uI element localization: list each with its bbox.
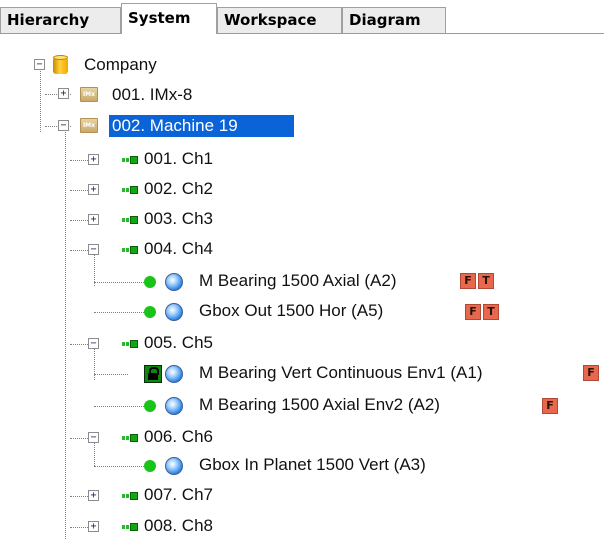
status-ok-icon — [144, 306, 156, 318]
sensor-icon — [165, 273, 183, 291]
measurement-point[interactable]: Gbox In Planet 1500 Vert (A3) — [199, 454, 426, 476]
channel-icon — [122, 246, 138, 254]
collapse-toggle[interactable]: − — [88, 338, 99, 349]
device-folder-icon: IMx — [80, 118, 98, 133]
channel-icon — [122, 434, 138, 442]
measurement-point[interactable]: Gbox Out 1500 Hor (A5) — [199, 300, 383, 322]
t-badge-icon: T — [483, 304, 499, 320]
measurement-point[interactable]: M Bearing Vert Continuous Env1 (A1) — [199, 362, 482, 384]
channel-icon — [122, 340, 138, 348]
tree-node-ch2[interactable]: 002. Ch2 — [144, 178, 213, 200]
tree-node-machine19[interactable]: 002. Machine 19 — [109, 115, 294, 137]
expand-toggle[interactable]: + — [88, 490, 99, 501]
tree-line — [94, 312, 144, 313]
device-folder-icon: IMx — [80, 87, 98, 102]
tab-system[interactable]: System — [121, 3, 217, 34]
f-badge-icon: F — [542, 398, 558, 414]
tree-node-ch8[interactable]: 008. Ch8 — [144, 515, 213, 537]
collapse-toggle[interactable]: − — [88, 244, 99, 255]
tree-line — [94, 282, 144, 283]
tree-node-imx8[interactable]: 001. IMx-8 — [112, 84, 192, 106]
tree-node-company[interactable]: Company — [84, 54, 157, 76]
expand-toggle[interactable]: + — [88, 214, 99, 225]
f-badge-icon: F — [460, 273, 476, 289]
tab-diagram[interactable]: Diagram — [342, 7, 446, 33]
t-badge-icon: T — [478, 273, 494, 289]
sensor-icon — [165, 457, 183, 475]
tree-line — [94, 406, 144, 407]
collapse-toggle[interactable]: − — [58, 120, 69, 131]
tree-line — [94, 440, 95, 466]
measurement-point[interactable]: M Bearing 1500 Axial Env2 (A2) — [199, 394, 440, 416]
sensor-icon — [165, 365, 183, 383]
tree-node-ch4[interactable]: 004. Ch4 — [144, 238, 213, 260]
collapse-toggle[interactable]: − — [88, 432, 99, 443]
collapse-toggle[interactable]: − — [34, 59, 45, 70]
sensor-icon — [165, 397, 183, 415]
status-ok-icon — [144, 276, 156, 288]
channel-icon — [122, 156, 138, 164]
expand-toggle[interactable]: + — [58, 88, 69, 99]
tree-node-ch3[interactable]: 003. Ch3 — [144, 208, 213, 230]
system-tree[interactable]: − Company + IMx 001. IMx-8 − IMx 002. Ma… — [0, 34, 604, 539]
f-badge-icon: F — [583, 365, 599, 381]
database-icon — [53, 55, 68, 75]
f-badge-icon: F — [465, 304, 481, 320]
channel-icon — [122, 523, 138, 531]
measurement-point[interactable]: M Bearing 1500 Axial (A2) — [199, 270, 397, 292]
lock-icon — [144, 365, 162, 383]
expand-toggle[interactable]: + — [88, 154, 99, 165]
tree-node-ch5[interactable]: 005. Ch5 — [144, 332, 213, 354]
status-ok-icon — [144, 400, 156, 412]
channel-icon — [122, 186, 138, 194]
tab-bar: Hierarchy System Workspace Diagram — [0, 0, 604, 34]
tab-hierarchy[interactable]: Hierarchy — [0, 7, 121, 33]
tree-line — [94, 374, 128, 375]
tab-workspace[interactable]: Workspace — [217, 7, 342, 33]
tree-line — [65, 128, 66, 539]
channel-icon — [122, 492, 138, 500]
tree-node-ch6[interactable]: 006. Ch6 — [144, 426, 213, 448]
sensor-icon — [165, 303, 183, 321]
tree-line — [94, 252, 95, 286]
tree-line — [94, 466, 144, 467]
tree-line — [40, 68, 41, 132]
expand-toggle[interactable]: + — [88, 521, 99, 532]
tree-node-ch1[interactable]: 001. Ch1 — [144, 148, 213, 170]
tree-node-ch7[interactable]: 007. Ch7 — [144, 484, 213, 506]
expand-toggle[interactable]: + — [88, 184, 99, 195]
status-ok-icon — [144, 460, 156, 472]
channel-icon — [122, 216, 138, 224]
